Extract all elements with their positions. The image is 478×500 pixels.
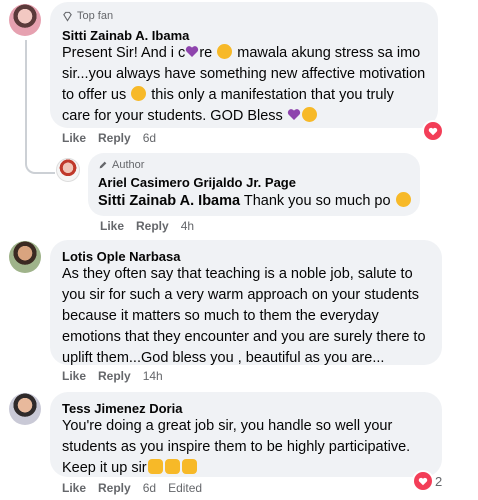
comment-actions: Like Reply 14h <box>62 369 163 383</box>
like-button[interactable]: Like <box>62 131 86 145</box>
comment-author[interactable]: Sitti Zainab A. Ibama <box>62 28 189 43</box>
reply-button[interactable]: Reply <box>98 369 131 383</box>
avatar[interactable] <box>9 393 41 425</box>
reaction-count: 2 <box>435 473 443 489</box>
clap-emoji-icon <box>164 459 180 474</box>
comment-author[interactable]: Tess Jimenez Doria <box>62 401 182 416</box>
comment-text: You're doing a great job sir, you handle… <box>62 418 411 476</box>
reply-button[interactable]: Reply <box>98 481 131 495</box>
like-button[interactable]: Like <box>62 481 86 495</box>
timestamp[interactable]: 14h <box>143 369 163 383</box>
avatar[interactable] <box>56 158 80 182</box>
comment-actions: Like Reply 6d Edited <box>62 481 202 495</box>
purple-heart-icon <box>287 109 300 120</box>
like-button[interactable]: Like <box>100 219 124 233</box>
diamond-icon <box>63 11 72 22</box>
reply-bubble: Author Ariel Casimero Grijaldo Jr. Page … <box>88 153 420 216</box>
heart-icon <box>414 472 432 490</box>
reaction-summary[interactable]: 2 <box>414 472 442 490</box>
smile-emoji-icon <box>131 86 147 101</box>
comment-text: Sitti Zainab A. Ibama Thank you so much … <box>98 191 412 212</box>
mention-link[interactable]: Sitti Zainab A. Ibama <box>98 193 240 209</box>
like-button[interactable]: Like <box>62 369 86 383</box>
timestamp[interactable]: 4h <box>181 219 194 233</box>
timestamp[interactable]: 6d <box>143 131 156 145</box>
purple-heart-icon <box>186 46 199 57</box>
comment-bubble: Tess Jimenez Doria You're doing a great … <box>50 392 442 477</box>
badge-label: Author <box>112 159 145 171</box>
comment-text: Present Sir! And i c re mawala akung stre… <box>62 44 426 124</box>
heart-eyes-emoji-icon <box>217 44 233 59</box>
comment-author[interactable]: Lotis Ople Narbasa <box>62 249 180 264</box>
badge-label: Top fan <box>77 10 114 22</box>
comment-actions: Like Reply 4h <box>100 219 194 233</box>
comment-author[interactable]: Ariel Casimero Grijaldo Jr. Page <box>98 175 296 190</box>
heart-icon <box>424 122 442 140</box>
edited-label: Edited <box>168 481 203 495</box>
avatar[interactable] <box>9 241 41 273</box>
clap-emoji-icon <box>147 459 163 474</box>
pencil-icon <box>99 161 107 169</box>
timestamp[interactable]: 6d <box>143 481 156 495</box>
reply-button[interactable]: Reply <box>136 219 169 233</box>
clap-emoji-icon <box>181 459 197 474</box>
reply-button[interactable]: Reply <box>98 131 131 145</box>
grateful-emoji-icon <box>395 192 411 207</box>
relieved-emoji-icon <box>301 107 317 122</box>
comment-text: As they often say that teaching is a nob… <box>62 266 426 366</box>
top-fan-badge: Top fan <box>62 10 113 22</box>
avatar[interactable] <box>9 4 41 36</box>
comment-actions: Like Reply 6d <box>62 131 156 145</box>
reaction-summary[interactable] <box>424 122 442 140</box>
comment-bubble: Top fan Sitti Zainab A. Ibama Present Si… <box>50 2 438 128</box>
author-badge: Author <box>98 159 144 171</box>
comment-bubble: Lotis Ople Narbasa As they often say tha… <box>50 240 442 366</box>
